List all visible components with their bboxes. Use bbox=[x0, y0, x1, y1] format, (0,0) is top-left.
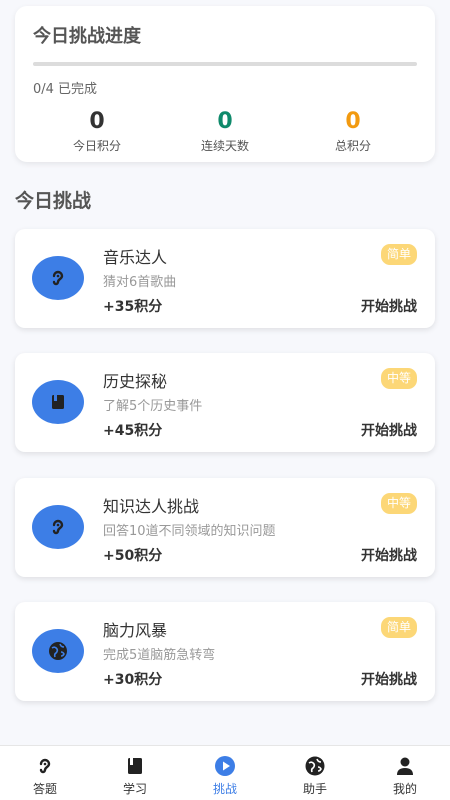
challenge-card-history[interactable]: 历史探秘 了解5个历史事件 +45积分 开始挑战 中等 bbox=[15, 353, 435, 452]
difficulty-badge: 中等 bbox=[380, 493, 417, 514]
tab-answer[interactable]: 答题 bbox=[0, 746, 90, 800]
challenge-title: 脑力风暴 bbox=[103, 621, 168, 640]
stat-label: 今日积分 bbox=[72, 139, 121, 153]
ear-icon bbox=[32, 505, 84, 549]
challenge-desc: 完成5道脑筋急转弯 bbox=[103, 648, 216, 663]
stat-value: 0 bbox=[217, 109, 233, 134]
person-icon bbox=[395, 755, 415, 777]
challenge-desc: 了解5个历史事件 bbox=[103, 399, 203, 414]
challenge-desc: 回答10道不同领域的知识问题 bbox=[103, 524, 276, 539]
start-challenge-button[interactable]: 开始挑战 bbox=[361, 669, 417, 689]
difficulty-badge: 中等 bbox=[380, 368, 417, 389]
play-icon bbox=[214, 755, 236, 777]
start-challenge-button[interactable]: 开始挑战 bbox=[361, 296, 417, 316]
stat-label: 连续天数 bbox=[200, 139, 249, 153]
challenge-title: 音乐达人 bbox=[103, 248, 168, 267]
challenge-points: +35积分 bbox=[103, 299, 163, 315]
section-title: 今日挑战 bbox=[15, 190, 92, 212]
start-challenge-button[interactable]: 开始挑战 bbox=[361, 545, 417, 565]
tab-label: 助手 bbox=[302, 782, 327, 796]
stat-streak-days: 0 连续天数 bbox=[161, 109, 289, 154]
tab-study[interactable]: 学习 bbox=[90, 746, 180, 800]
stat-today-points: 0 今日积分 bbox=[33, 109, 161, 154]
stat-value: 0 bbox=[89, 109, 105, 134]
stats-row: 0 今日积分 0 连续天数 0 总积分 bbox=[33, 109, 417, 154]
tab-profile[interactable]: 我的 bbox=[360, 746, 450, 800]
challenge-card-music[interactable]: 音乐达人 猜对6首歌曲 +35积分 开始挑战 简单 bbox=[15, 229, 435, 328]
start-challenge-button[interactable]: 开始挑战 bbox=[361, 420, 417, 440]
difficulty-badge: 简单 bbox=[380, 617, 417, 638]
challenge-points: +45积分 bbox=[103, 423, 163, 439]
progress-title: 今日挑战进度 bbox=[33, 26, 141, 47]
book-icon bbox=[32, 380, 84, 424]
progress-card: 今日挑战进度 0/4 已完成 0 今日积分 0 连续天数 0 总积分 bbox=[15, 6, 435, 162]
ear-icon bbox=[35, 755, 55, 777]
challenge-card-knowledge[interactable]: 知识达人挑战 回答10道不同领域的知识问题 +50积分 开始挑战 中等 bbox=[15, 478, 435, 577]
tab-challenge[interactable]: 挑战 bbox=[180, 746, 270, 800]
bottom-tab-bar: 答题 学习 挑战 助手 我的 bbox=[0, 745, 450, 800]
challenge-desc: 猜对6首歌曲 bbox=[103, 275, 177, 290]
globe-icon bbox=[32, 629, 84, 673]
globe-icon bbox=[304, 755, 326, 777]
tab-label: 我的 bbox=[392, 782, 417, 796]
progress-bar bbox=[33, 62, 417, 66]
stat-label: 总积分 bbox=[334, 139, 371, 153]
difficulty-badge: 简单 bbox=[380, 244, 417, 265]
challenge-title: 历史探秘 bbox=[103, 372, 168, 391]
stat-total-points: 0 总积分 bbox=[289, 109, 417, 154]
challenge-points: +50积分 bbox=[103, 548, 163, 564]
progress-completed-text: 0/4 已完成 bbox=[33, 82, 98, 97]
challenge-points: +30积分 bbox=[103, 672, 163, 688]
tab-assistant[interactable]: 助手 bbox=[270, 746, 360, 800]
challenge-card-brainstorm[interactable]: 脑力风暴 完成5道脑筋急转弯 +30积分 开始挑战 简单 bbox=[15, 602, 435, 701]
stat-value: 0 bbox=[345, 109, 361, 134]
book-icon bbox=[126, 755, 144, 777]
tab-label: 学习 bbox=[122, 782, 147, 796]
tab-label: 答题 bbox=[32, 782, 57, 796]
challenge-title: 知识达人挑战 bbox=[103, 497, 200, 516]
tab-label: 挑战 bbox=[212, 782, 237, 796]
ear-icon bbox=[32, 256, 84, 300]
